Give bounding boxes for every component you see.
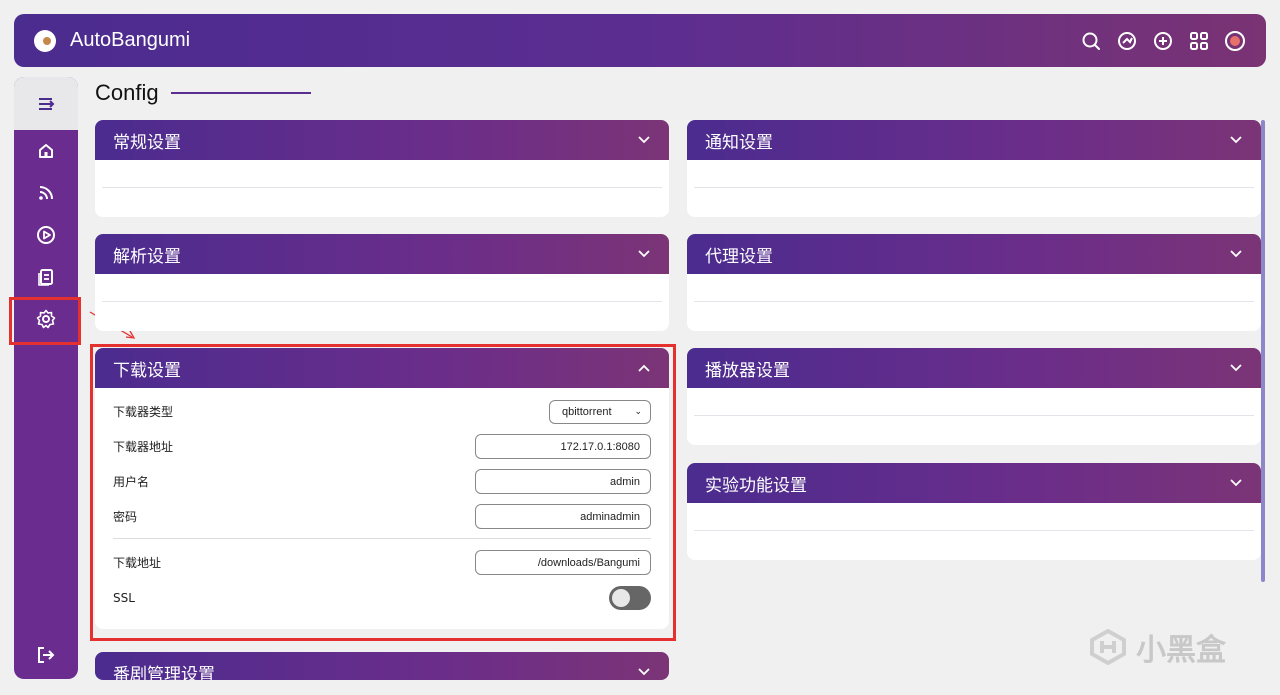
panel-title: 播放器设置: [705, 360, 790, 381]
panel-general: 常规设置: [95, 120, 669, 217]
panel-title: 解析设置: [113, 246, 181, 267]
app-title: AutoBangumi: [70, 29, 191, 51]
page-header: Config: [95, 80, 311, 106]
grid-icon[interactable]: [1188, 30, 1210, 52]
panel-body: [687, 160, 1261, 217]
watermark: 小黑盒: [1088, 625, 1226, 669]
panel-experimental-header[interactable]: 实验功能设置: [687, 463, 1261, 503]
chevron-down-icon[interactable]: [1229, 247, 1243, 261]
sidebar-highlight-box: [9, 297, 81, 345]
home-icon: [39, 144, 53, 158]
rss-icon: [39, 186, 53, 200]
panel-parser-header[interactable]: 解析设置: [95, 234, 669, 274]
play-icon: [37, 226, 55, 244]
top-actions: [1080, 30, 1246, 52]
page-title: Config: [95, 80, 159, 105]
panel-notify: 通知设置: [687, 120, 1261, 217]
scrollbar[interactable]: [1261, 120, 1265, 582]
panel-player-header[interactable]: 播放器设置: [687, 348, 1261, 388]
logout-icon: [38, 647, 55, 663]
status-record-icon[interactable]: [1224, 30, 1246, 52]
download-panel-highlight-box: [90, 344, 676, 641]
refresh-icon[interactable]: [1116, 30, 1138, 52]
panel-title: 代理设置: [705, 246, 773, 267]
chevron-down-icon[interactable]: [1229, 361, 1243, 375]
watermark-logo-icon: [1090, 629, 1126, 665]
panel-body: [687, 503, 1261, 560]
panel-notify-header[interactable]: 通知设置: [687, 120, 1261, 160]
sidebar-item-rss[interactable]: [14, 172, 78, 214]
sidebar-item-log[interactable]: [14, 256, 78, 298]
title-underline: [170, 92, 311, 94]
log-icon: [38, 269, 53, 286]
chevron-down-icon[interactable]: [637, 133, 651, 147]
sidebar-item-home[interactable]: [14, 130, 78, 172]
panel-body: [687, 388, 1261, 445]
panel-title: 常规设置: [113, 132, 181, 153]
sidebar-toggle[interactable]: [14, 77, 78, 130]
panel-player: 播放器设置: [687, 348, 1261, 445]
add-icon[interactable]: [1152, 30, 1174, 52]
panel-body: [95, 160, 669, 217]
panel-body: [95, 274, 669, 331]
panel-title: 番剧管理设置: [113, 664, 215, 681]
sidebar-item-logout[interactable]: [14, 645, 78, 665]
panel-experimental: 实验功能设置: [687, 463, 1261, 560]
panel-parser: 解析设置: [95, 234, 669, 331]
chevron-down-icon[interactable]: [1229, 133, 1243, 147]
chevron-down-icon[interactable]: [1229, 476, 1243, 490]
sidebar: [14, 77, 78, 679]
chevron-down-icon[interactable]: [637, 665, 651, 679]
panel-manage-header[interactable]: 番剧管理设置: [95, 652, 669, 680]
panel-manage: 番剧管理设置: [95, 652, 669, 680]
panel-general-header[interactable]: 常规设置: [95, 120, 669, 160]
sidebar-item-player[interactable]: [14, 214, 78, 256]
menu-icon: [39, 97, 55, 110]
panel-proxy-header[interactable]: 代理设置: [687, 234, 1261, 274]
panel-title: 实验功能设置: [705, 475, 807, 496]
top-bar: AutoBangumi: [14, 14, 1266, 67]
panel-proxy: 代理设置: [687, 234, 1261, 331]
panel-title: 通知设置: [705, 132, 773, 153]
chevron-down-icon[interactable]: [637, 247, 651, 261]
app-logo-icon: [34, 29, 56, 52]
search-icon[interactable]: [1080, 30, 1102, 52]
watermark-text: 小黑盒: [1136, 633, 1226, 668]
panel-body: [687, 274, 1261, 331]
